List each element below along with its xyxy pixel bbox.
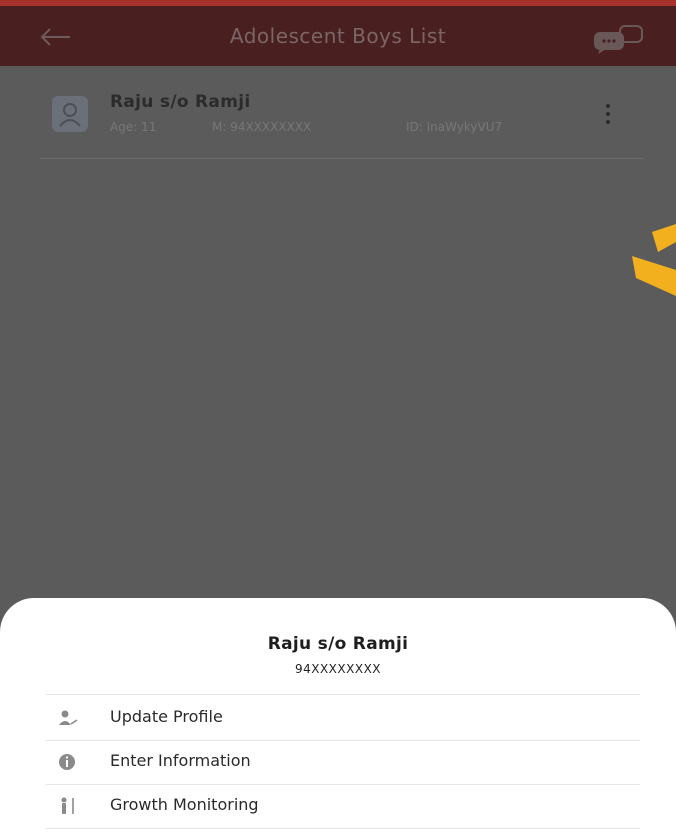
sheet-name: Raju s/o Ramji <box>267 634 409 654</box>
menu-item-label: Enter Information <box>110 751 251 770</box>
person-card-icon <box>52 96 88 132</box>
bottom-sheet: Raju s/o Ramji 94XXXXXXXX Update Profile… <box>0 598 676 834</box>
list-item[interactable]: Raju s/o Ramji Age: 11 M: 94XXXXXXXX ID:… <box>40 88 644 159</box>
kebab-menu-icon[interactable] <box>604 104 612 130</box>
list-item-name: Raju s/o Ramji <box>110 92 251 112</box>
chat-bubbles-icon[interactable] <box>590 22 648 54</box>
growth-meter-icon <box>61 797 74 814</box>
page-title: Adolescent Boys List <box>229 24 447 48</box>
divider <box>46 694 640 695</box>
menu-item-enter-information[interactable]: Enter Information <box>46 740 640 785</box>
menu-item-label: Growth Monitoring <box>110 795 259 814</box>
menu-item-label: Update Profile <box>110 707 223 726</box>
user-edit-icon <box>59 710 78 725</box>
sheet-phone: 94XXXXXXXX <box>294 662 382 676</box>
list-item-mobile: M: 94XXXXXXXX <box>212 120 312 134</box>
menu-item-update-profile[interactable]: Update Profile <box>46 696 640 741</box>
app-bar: Adolescent Boys List <box>0 0 676 66</box>
yellow-highlight-shape <box>632 224 676 296</box>
info-icon <box>59 754 75 770</box>
list-item-age: Age: 11 <box>110 120 157 134</box>
menu-item-growth-monitoring[interactable]: Growth Monitoring <box>46 784 640 829</box>
list-item-id: ID: InaWykyVU7 <box>406 120 503 134</box>
